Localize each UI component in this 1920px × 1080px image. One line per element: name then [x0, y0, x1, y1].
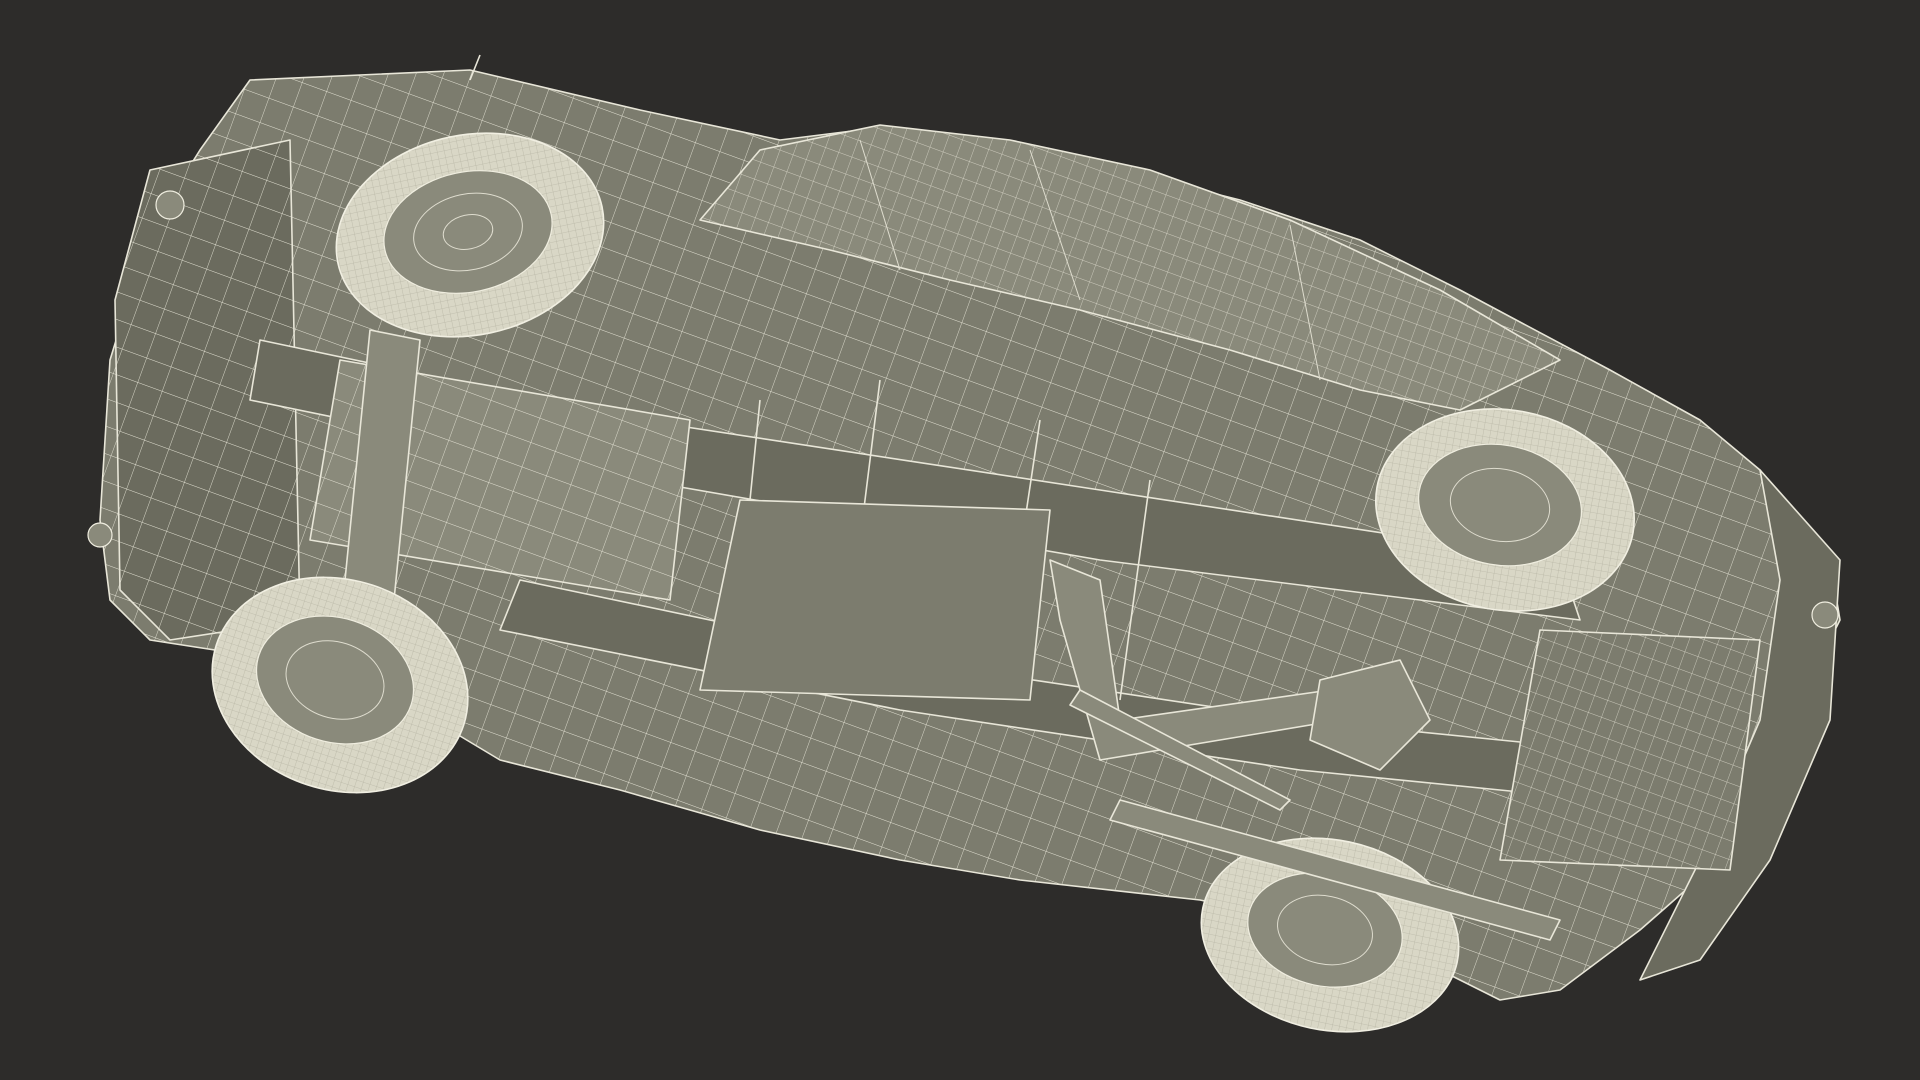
render-viewport [0, 0, 1920, 1080]
floor-pan [699, 499, 1051, 701]
fuel-tank [1499, 629, 1761, 871]
car-wireframe-render [87, 54, 1841, 1033]
